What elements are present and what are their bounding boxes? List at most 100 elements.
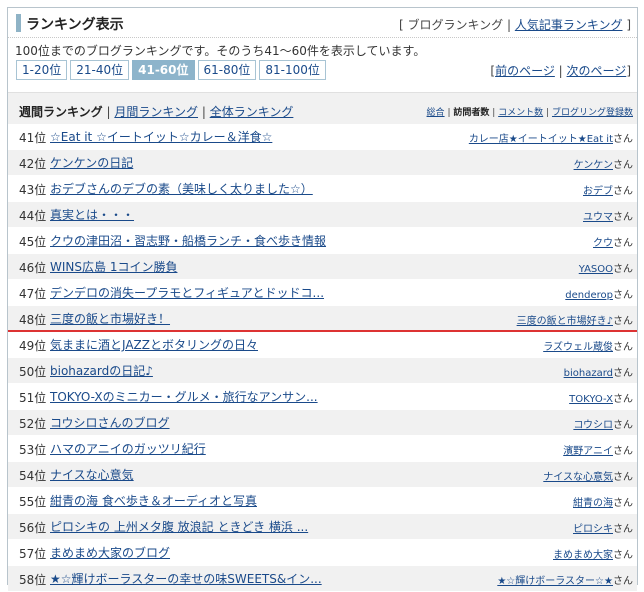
- ranking-panel: ランキング表示 [ ブログランキング | 人気記事ランキング ] 100位までの…: [7, 7, 638, 592]
- blog-title-link[interactable]: 三度の飯と市場好き！: [50, 310, 170, 327]
- blog-title-link[interactable]: まめまめ大家のブログ: [50, 544, 170, 561]
- rank-number: 45位: [19, 235, 47, 249]
- blog-ranking-label: ブログランキング: [407, 18, 504, 32]
- blog-title-link[interactable]: ケンケンの日記: [50, 154, 133, 171]
- author-name: コウシロさん: [573, 420, 633, 431]
- popular-articles-link[interactable]: 人気記事ランキング: [515, 18, 623, 32]
- blog-title-link[interactable]: biohazardの日記♪: [50, 362, 153, 379]
- author-name: denderopさん: [565, 290, 633, 301]
- tab-all[interactable]: 全体ランキング: [210, 105, 294, 119]
- page-range-tabs: 1-20位 21-40位 41-60位 61-80位 81-100位: [16, 60, 326, 80]
- blog-title-link[interactable]: クウの津田沼・習志野・船橋ランチ・食べ歩き情報: [50, 232, 326, 249]
- table-row: 56位 ピロシキの 上州メタ腹 放浪記 ときどき 横浜 ... ピロシキさん: [8, 514, 637, 540]
- blog-title-link[interactable]: 真実とは・・・: [50, 206, 134, 223]
- author-link[interactable]: まめまめ大家: [553, 550, 613, 561]
- author-name: カレー店★イートイット★Eat itさん: [468, 134, 633, 145]
- blog-title-link[interactable]: 紺青の海 食べ歩き＆オーディオと写真: [50, 492, 257, 509]
- table-row: 49位 気ままに酒とJAZZとボタリングの日々 ラズウェル蔵俊さん: [8, 332, 637, 358]
- author-link[interactable]: 三度の飯と市場好き♪: [517, 316, 613, 327]
- table-row: 43位 おデブさんのデブの素（美味しく太りました☆） おデブさん: [8, 176, 637, 202]
- blog-title-link[interactable]: おデブさんのデブの素（美味しく太りました☆）: [50, 180, 313, 197]
- author-link[interactable]: ラズウェル蔵俊: [543, 342, 613, 353]
- sort-total[interactable]: 総合: [427, 108, 445, 118]
- prev-page-link[interactable]: 前のページ: [495, 64, 555, 78]
- page-tab-61-80[interactable]: 61-80位: [197, 60, 257, 80]
- blog-title-link[interactable]: コウシロさんのブログ: [50, 414, 170, 431]
- blog-title-link[interactable]: ★☆輝けボーラスターの幸せの味SWEETS&イン...: [50, 570, 322, 587]
- table-row-highlighted: 48位 三度の飯と市場好き！ 三度の飯と市場好き♪さん: [8, 306, 637, 332]
- author-name: ナイスな心意気さん: [543, 472, 633, 483]
- table-row: 42位 ケンケンの日記 ケンケンさん: [8, 150, 637, 176]
- page-tab-41-60: 41-60位: [132, 60, 195, 80]
- blog-title-link[interactable]: TOKYO-Xのミニカー・グルメ・旅行なアンサン...: [50, 388, 318, 405]
- rank-number: 51位: [19, 391, 47, 405]
- author-link[interactable]: クウ: [593, 238, 613, 249]
- rank-number: 52位: [19, 417, 47, 431]
- rank-number: 50位: [19, 365, 47, 379]
- author-link[interactable]: 紺青の海: [573, 498, 613, 509]
- author-link[interactable]: ピロシキ: [573, 524, 613, 535]
- blog-title-link[interactable]: ☆Eat it ☆イートイット☆カレー＆洋食☆: [50, 128, 272, 145]
- tab-weekly: 週間ランキング: [19, 105, 103, 119]
- author-link[interactable]: 濱野アニイ: [563, 446, 613, 457]
- header-accent-bar: [16, 14, 21, 32]
- author-name: ユウマさん: [583, 212, 633, 223]
- table-row: 41位 ☆Eat it ☆イートイット☆カレー＆洋食☆ カレー店★イートイット★…: [8, 124, 637, 150]
- next-page-link[interactable]: 次のページ: [567, 64, 627, 78]
- table-row: 44位 真実とは・・・ ユウマさん: [8, 202, 637, 228]
- rank-number: 53位: [19, 443, 47, 457]
- rank-number: 46位: [19, 261, 47, 275]
- author-link[interactable]: ケンケン: [574, 160, 613, 171]
- page-title: ランキング表示: [26, 17, 124, 33]
- author-name: まめまめ大家さん: [553, 550, 633, 561]
- author-link[interactable]: カレー店★イートイット★Eat it: [469, 134, 613, 145]
- author-link[interactable]: denderop: [565, 290, 613, 301]
- table-row: 45位 クウの津田沼・習志野・船橋ランチ・食べ歩き情報 クウさん: [8, 228, 637, 254]
- rank-number: 41位: [19, 131, 47, 145]
- rank-number: 57位: [19, 547, 47, 561]
- author-name: TOKYO-Xさん: [569, 394, 633, 405]
- author-name: クウさん: [593, 238, 633, 249]
- author-name: ケンケンさん: [573, 160, 633, 171]
- panel-header: ランキング表示 [ ブログランキング | 人気記事ランキング ]: [8, 8, 637, 38]
- rank-number: 56位: [19, 521, 47, 535]
- author-link[interactable]: TOKYO-X: [569, 394, 613, 405]
- rank-number: 44位: [19, 209, 47, 223]
- sort-comments[interactable]: コメント数: [498, 108, 543, 118]
- ranking-list: 41位 ☆Eat it ☆イートイット☆カレー＆洋食☆ カレー店★イートイット★…: [8, 124, 637, 592]
- rank-number: 58位: [19, 573, 47, 587]
- blog-title-link[interactable]: ピロシキの 上州メタ腹 放浪記 ときどき 横浜 ...: [50, 518, 308, 535]
- page-tab-21-40[interactable]: 21-40位: [70, 60, 130, 80]
- author-link[interactable]: コウシロ: [573, 420, 613, 431]
- blog-title-link[interactable]: WINS広島 1コイン勝負: [50, 258, 177, 275]
- table-row: 53位 ハマのアニイのガッツリ紀行 濱野アニイさん: [8, 436, 637, 462]
- sort-registrations[interactable]: ブログリング登録数: [552, 108, 633, 118]
- author-link[interactable]: おデブ: [583, 186, 613, 197]
- tab-monthly[interactable]: 月間ランキング: [114, 105, 198, 119]
- page-tab-81-100[interactable]: 81-100位: [259, 60, 326, 80]
- author-link[interactable]: YASOO: [579, 264, 613, 275]
- rank-number: 42位: [19, 157, 47, 171]
- author-name: YASOOさん: [578, 264, 633, 275]
- rank-number: 49位: [19, 339, 47, 353]
- blog-title-link[interactable]: ハマのアニイのガッツリ紀行: [50, 440, 206, 457]
- rank-number: 55位: [19, 495, 47, 509]
- author-link[interactable]: ユウマ: [583, 212, 613, 223]
- blog-title-link[interactable]: デンデロの消失ープラモとフィギュアとドッドコ...: [50, 284, 324, 301]
- author-name: 紺青の海さん: [573, 498, 633, 509]
- rank-number: 48位: [19, 313, 47, 327]
- author-link[interactable]: ★☆輝けボーラスター☆★: [497, 576, 613, 587]
- author-link[interactable]: biohazard: [564, 368, 613, 379]
- author-name: ラズウェル蔵俊さん: [543, 342, 633, 353]
- ranking-type-links: [ ブログランキング | 人気記事ランキング ]: [398, 18, 631, 32]
- page-tab-1-20[interactable]: 1-20位: [16, 60, 68, 80]
- author-name: ピロシキさん: [573, 524, 633, 535]
- author-link[interactable]: ナイスな心意気: [543, 472, 613, 483]
- table-row: 50位 biohazardの日記♪ biohazardさん: [8, 358, 637, 384]
- page-nav: [前のページ | 次のページ]: [490, 64, 631, 78]
- blog-title-link[interactable]: ナイスな心意気: [50, 466, 134, 483]
- sort-options: 総合 | 訪問者数 | コメント数 | ブログリング登録数: [426, 108, 633, 118]
- blog-title-link[interactable]: 気ままに酒とJAZZとボタリングの日々: [50, 336, 258, 353]
- table-row: 51位 TOKYO-Xのミニカー・グルメ・旅行なアンサン... TOKYO-Xさ…: [8, 384, 637, 410]
- table-row: 58位 ★☆輝けボーラスターの幸せの味SWEETS&イン... ★☆輝けボーラス…: [8, 566, 637, 592]
